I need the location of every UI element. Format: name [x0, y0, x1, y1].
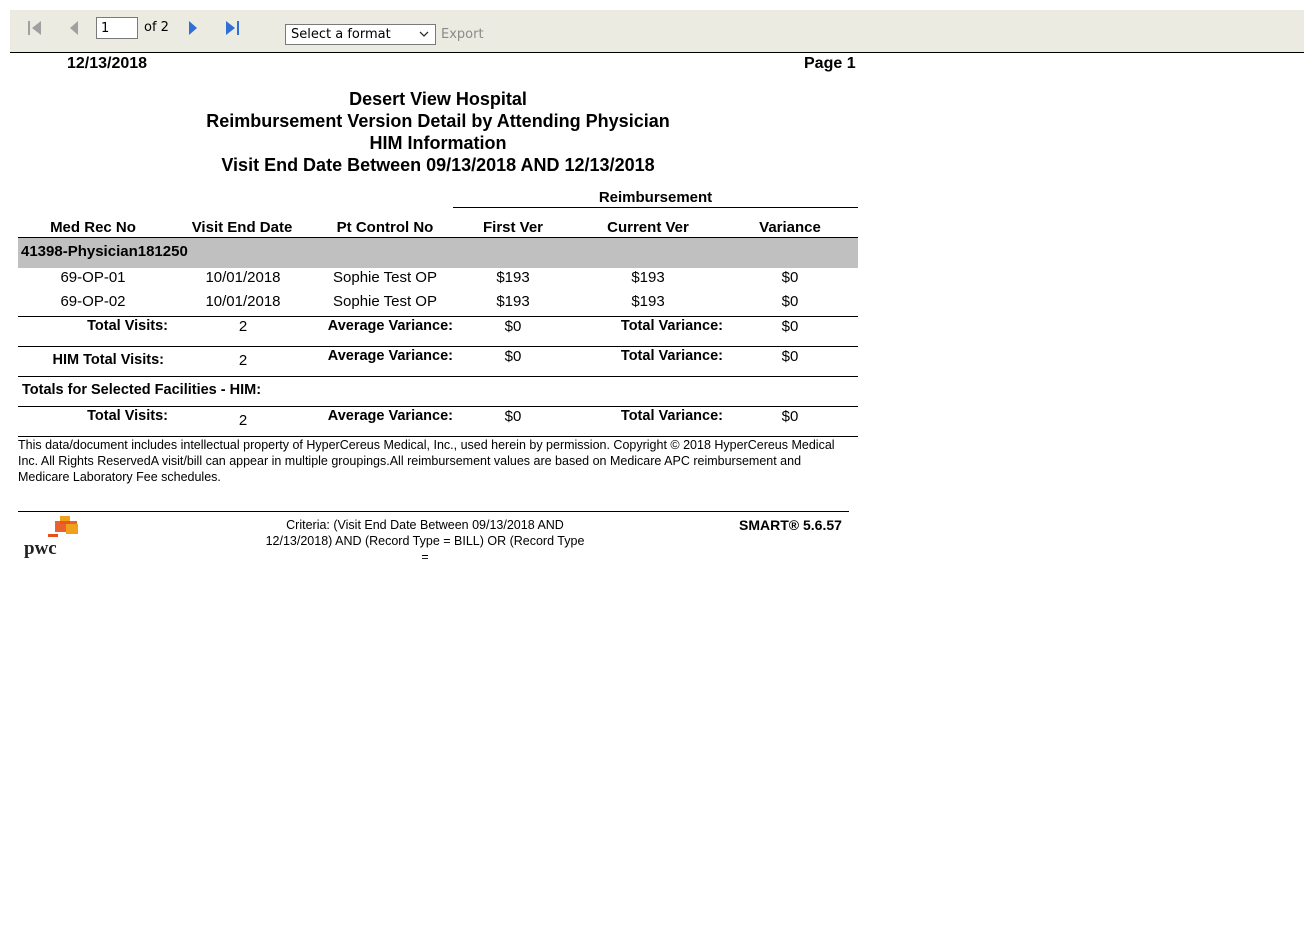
- last-page-icon: [226, 21, 239, 35]
- physician-group-label: 41398-Physician181250: [21, 243, 188, 260]
- page-number-input[interactable]: [96, 17, 138, 39]
- export-format-select[interactable]: Select a format: [285, 24, 436, 45]
- cell-visit-end-date: 10/01/2018: [205, 269, 281, 286]
- him-total-variance-label: Total Variance:: [620, 348, 723, 364]
- col-header-current-ver: Current Ver: [607, 219, 689, 236]
- export-link[interactable]: Export: [441, 27, 484, 42]
- chevron-down-icon: [419, 31, 429, 37]
- cell-current-ver: $193: [631, 269, 665, 286]
- group-totals-rule: [18, 316, 858, 317]
- group-total-variance-value: $0: [781, 318, 799, 335]
- him-total-visits-value: 2: [238, 352, 248, 369]
- previous-page-icon: [70, 21, 78, 35]
- next-page-button[interactable]: [182, 18, 204, 38]
- first-page-button[interactable]: [24, 18, 46, 38]
- next-page-icon: [189, 21, 197, 35]
- report-page-number: Page 1: [804, 55, 856, 72]
- group-total-visits-value: 2: [238, 318, 248, 335]
- report-title-subtitle: HIM Information: [369, 133, 507, 153]
- export-format-value: Select a format: [291, 27, 391, 42]
- report-title-name: Reimbursement Version Detail by Attendin…: [206, 111, 670, 131]
- report-title-block: Desert View Hospital Reimbursement Versi…: [18, 88, 858, 176]
- cell-pt-control-no: Sophie Test OP: [333, 269, 437, 286]
- cell-variance: $0: [781, 293, 799, 310]
- pwc-logo-text: pwc: [24, 538, 57, 559]
- cell-first-ver: $193: [496, 293, 530, 310]
- reimbursement-group-header: Reimbursement: [598, 189, 713, 206]
- facilities-rule: [18, 376, 858, 377]
- facilities-totals-label: Totals for Selected Facilities - HIM:: [22, 382, 262, 398]
- cell-variance: $0: [781, 269, 799, 286]
- cell-current-ver: $193: [631, 293, 665, 310]
- report-criteria: Criteria: (Visit End Date Between 09/13/…: [265, 518, 585, 564]
- col-header-med-rec-no: Med Rec No: [50, 219, 136, 236]
- group-avg-variance-label: Average Variance:: [327, 318, 453, 334]
- him-total-variance-value: $0: [781, 348, 799, 365]
- group-avg-variance-value: $0: [504, 318, 522, 335]
- col-header-variance: Variance: [759, 219, 821, 236]
- cell-visit-end-date: 10/01/2018: [205, 293, 281, 310]
- facility-totals-rule: [18, 406, 858, 407]
- group-total-visits-label: Total Visits:: [87, 318, 168, 334]
- group-total-variance-label: Total Variance:: [620, 318, 723, 334]
- page-footer-rule: [18, 511, 849, 512]
- cell-med-rec-no: 69-OP-02: [60, 293, 126, 310]
- app-version: SMART® 5.6.57: [739, 517, 842, 533]
- facility-total-visits-label: Total Visits:: [87, 408, 168, 424]
- facility-avg-variance-value: $0: [504, 408, 522, 425]
- col-header-visit-end-date: Visit End Date: [191, 219, 293, 236]
- group-header-rule: [453, 207, 858, 208]
- facility-total-variance-value: $0: [781, 408, 799, 425]
- facility-total-variance-label: Total Variance:: [620, 408, 723, 424]
- report-title-facility: Desert View Hospital: [349, 89, 527, 109]
- facility-total-visits-value: 2: [238, 412, 248, 429]
- cell-med-rec-no: 69-OP-01: [60, 269, 126, 286]
- report-title-daterange: Visit End Date Between 09/13/2018 AND 12…: [221, 155, 655, 175]
- facility-avg-variance-label: Average Variance:: [327, 408, 453, 424]
- first-page-icon: [28, 21, 41, 35]
- page-count-label: of 2: [144, 20, 169, 35]
- cell-first-ver: $193: [496, 269, 530, 286]
- pwc-logo: pwc: [22, 516, 82, 562]
- previous-page-button[interactable]: [63, 18, 85, 38]
- him-avg-variance-value: $0: [504, 348, 522, 365]
- col-header-pt-control-no: Pt Control No: [336, 219, 434, 236]
- report-date: 12/13/2018: [67, 55, 148, 72]
- col-header-first-ver: First Ver: [482, 219, 544, 236]
- last-page-button[interactable]: [221, 18, 243, 38]
- him-totals-rule: [18, 346, 858, 347]
- cell-pt-control-no: Sophie Test OP: [333, 293, 437, 310]
- him-total-visits-label: HIM Total Visits:: [52, 352, 164, 368]
- copyright-disclaimer: This data/document includes intellectual…: [18, 438, 835, 484]
- him-avg-variance-label: Average Variance:: [327, 348, 453, 364]
- report-toolbar: of 2 Select a format Export: [10, 10, 1304, 53]
